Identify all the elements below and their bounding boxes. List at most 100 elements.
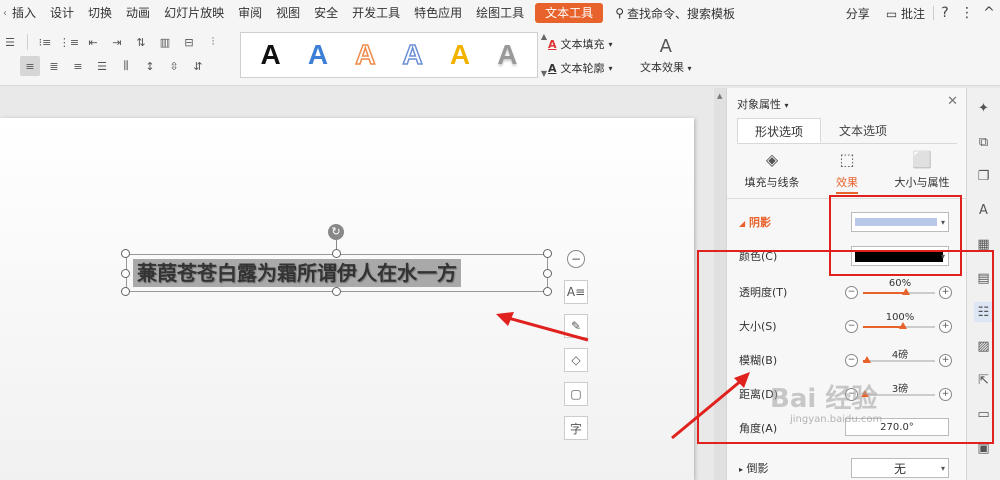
share-button[interactable]: 分享	[838, 5, 878, 22]
panel-title[interactable]: 对象属性 ▾	[737, 96, 789, 112]
copy-icon[interactable]: ❐	[974, 166, 994, 186]
reflection-dropdown[interactable]: 无 ▾	[851, 458, 949, 478]
rotate-handle-icon[interactable]: ↻	[328, 224, 344, 240]
align-left-icon[interactable]: ≡	[20, 56, 40, 76]
justify-icon[interactable]: ☰	[92, 56, 112, 76]
annotate-button[interactable]: ▭ 批注	[878, 5, 933, 22]
menu-review[interactable]: 审阅	[231, 0, 269, 26]
chevron-down-icon: ▾	[940, 463, 945, 473]
text-effect-icon: A	[659, 36, 672, 57]
text-fill-icon: A	[548, 37, 557, 51]
effects-icon: ⬚	[839, 150, 855, 169]
search-icon: ⚲	[615, 6, 624, 20]
help-icon[interactable]: ?	[934, 5, 956, 21]
resize-handle-br[interactable]	[543, 287, 552, 296]
chevron-down-icon: ▾	[608, 63, 613, 73]
resize-handle-tm[interactable]	[332, 249, 341, 258]
menu-slideshow[interactable]: 幻灯片放映	[157, 0, 231, 26]
search-label: 查找命令、搜索模板	[626, 6, 735, 21]
numbered-list-icon[interactable]: ⋮≡	[59, 32, 79, 52]
menu-insert[interactable]: 插入	[10, 0, 43, 26]
menu-developer[interactable]: 开发工具	[345, 0, 407, 26]
expand-icon: ▸	[739, 465, 744, 474]
slide[interactable]: ↻ 蒹葭苍苍白露为霜所谓伊人在水一方 − A≡ ✎ ◇ ▢ 字	[0, 118, 694, 480]
shadow-section-header[interactable]: ◢ 阴影	[739, 214, 839, 230]
more-icon[interactable]: ⋮	[956, 5, 978, 21]
text-style-preset-5[interactable]: A	[450, 41, 470, 69]
slide-canvas: ↻ 蒹葭苍苍白露为霜所谓伊人在水一方 − A≡ ✎ ◇ ▢ 字	[0, 88, 726, 480]
text-fill-label: 文本填充	[560, 38, 605, 51]
distribute-icon[interactable]: ⫼	[116, 56, 136, 76]
menu-transition[interactable]: 切换	[81, 0, 119, 26]
gallery-up-icon[interactable]: ▲	[541, 32, 547, 41]
text-direction-icon[interactable]: ⇅	[131, 32, 151, 52]
collapse-tools-icon[interactable]: −	[567, 250, 585, 268]
menu-view[interactable]: 视图	[269, 0, 307, 26]
text-style-preset-4[interactable]: A	[402, 40, 424, 70]
text-style-preset-3[interactable]: A	[354, 40, 376, 70]
chevron-down-icon: ▾	[608, 39, 613, 49]
menu-text-tools[interactable]: 文本工具	[535, 3, 604, 23]
subtab-effects-label: 效果	[836, 174, 858, 194]
quick-tools: − A≡ ✎ ◇ ▢ 字	[564, 250, 588, 440]
align-text-icon[interactable]: ⊟	[179, 32, 199, 52]
text-style-icon[interactable]: A	[974, 200, 994, 220]
menu-design[interactable]: 设计	[43, 0, 81, 26]
annotate-icon: ▭	[885, 6, 898, 21]
align-center-icon[interactable]: ≣	[44, 56, 64, 76]
gallery-more-icon[interactable]: ▼	[541, 69, 547, 78]
subtab-fill-line[interactable]: ◈ 填充与线条	[737, 150, 807, 194]
paragraph-row-1: ☰ ⁝≡ ⋮≡ ⇤ ⇥ ⇅ ▥ ⊟ ⫶	[0, 32, 223, 52]
spacing-before-icon[interactable]: ⇳	[164, 56, 184, 76]
bullet-list-icon[interactable]: ⁝≡	[35, 32, 55, 52]
command-search[interactable]: ⚲ 查找命令、搜索模板	[607, 5, 743, 22]
decrease-indent-icon[interactable]: ⇤	[83, 32, 103, 52]
expand-icon: ◢	[739, 219, 746, 228]
resize-handle-tr[interactable]	[543, 249, 552, 258]
text-fill-button[interactable]: A 文本填充 ▾	[548, 36, 613, 52]
chevron-down-icon: ▾	[784, 101, 789, 110]
watermark-logo: Bai 经验	[770, 384, 878, 414]
text-style-preset-2[interactable]: A	[308, 41, 328, 69]
subtab-size-properties[interactable]: ⬜ 大小与属性	[887, 150, 957, 194]
line-spacing-icon[interactable]: ☰	[0, 32, 20, 52]
reflection-section-header[interactable]: ▸ 倒影	[739, 460, 839, 476]
increase-indent-icon[interactable]: ⇥	[107, 32, 127, 52]
ribbon-toolbar: ☰ ⁝≡ ⋮≡ ⇤ ⇥ ⇅ ▥ ⊟ ⫶ ≡ ≣ ≡ ☰ ⫼ ↕ ⇳ ⇵ AAAA…	[0, 26, 1000, 86]
menu-drawing-tools[interactable]: 绘图工具	[469, 0, 531, 26]
scroll-up-icon[interactable]: ▲	[717, 92, 722, 100]
resize-handle-bl[interactable]	[121, 287, 130, 296]
align-right-icon[interactable]: ≡	[68, 56, 88, 76]
spacing-after-icon[interactable]: ⇵	[188, 56, 208, 76]
brush-icon[interactable]: ✎	[564, 314, 588, 338]
character-icon[interactable]: 字	[564, 416, 588, 440]
menu-security[interactable]: 安全	[307, 0, 345, 26]
close-icon[interactable]: ✕	[947, 94, 958, 109]
tab-text-options[interactable]: 文本选项	[821, 118, 905, 143]
text-layout-icon[interactable]: A≡	[564, 280, 588, 304]
text-effect-button[interactable]: A 文本效果 ▾	[640, 36, 692, 75]
paragraph-spacing-icon[interactable]: ↕	[140, 56, 160, 76]
menu-animation[interactable]: 动画	[119, 0, 157, 26]
subtab-effects[interactable]: ⬚ 效果	[812, 150, 882, 194]
resize-handle-bm[interactable]	[332, 287, 341, 296]
shapes-icon[interactable]: ⧉	[974, 132, 994, 152]
reflection-section-label: 倒影	[746, 462, 769, 475]
columns-icon[interactable]: ▥	[155, 32, 175, 52]
tab-shape-options[interactable]: 形状选项	[737, 118, 821, 143]
menu-features[interactable]: 特色应用	[407, 0, 469, 26]
text-orient-icon[interactable]: ⫶	[203, 32, 223, 52]
resize-handle-tl[interactable]	[121, 249, 130, 258]
collapse-ribbon-icon[interactable]: ^	[978, 5, 1000, 21]
text-outline-button[interactable]: A 文本轮廓 ▾	[548, 60, 613, 76]
fill-bucket-icon[interactable]: ◇	[564, 348, 588, 372]
scroll-left-icon[interactable]: ‹	[0, 8, 10, 19]
text-style-preset-1[interactable]: A	[261, 41, 281, 69]
text-style-gallery: AAAAAA	[240, 32, 538, 78]
text-style-preset-6[interactable]: A	[497, 41, 517, 69]
textbox-content[interactable]: 蒹葭苍苍白露为霜所谓伊人在水一方	[133, 259, 461, 287]
pin-icon[interactable]: ✦	[974, 98, 994, 118]
resize-handle-mr[interactable]	[543, 269, 552, 278]
outline-icon[interactable]: ▢	[564, 382, 588, 406]
resize-handle-ml[interactable]	[121, 269, 130, 278]
